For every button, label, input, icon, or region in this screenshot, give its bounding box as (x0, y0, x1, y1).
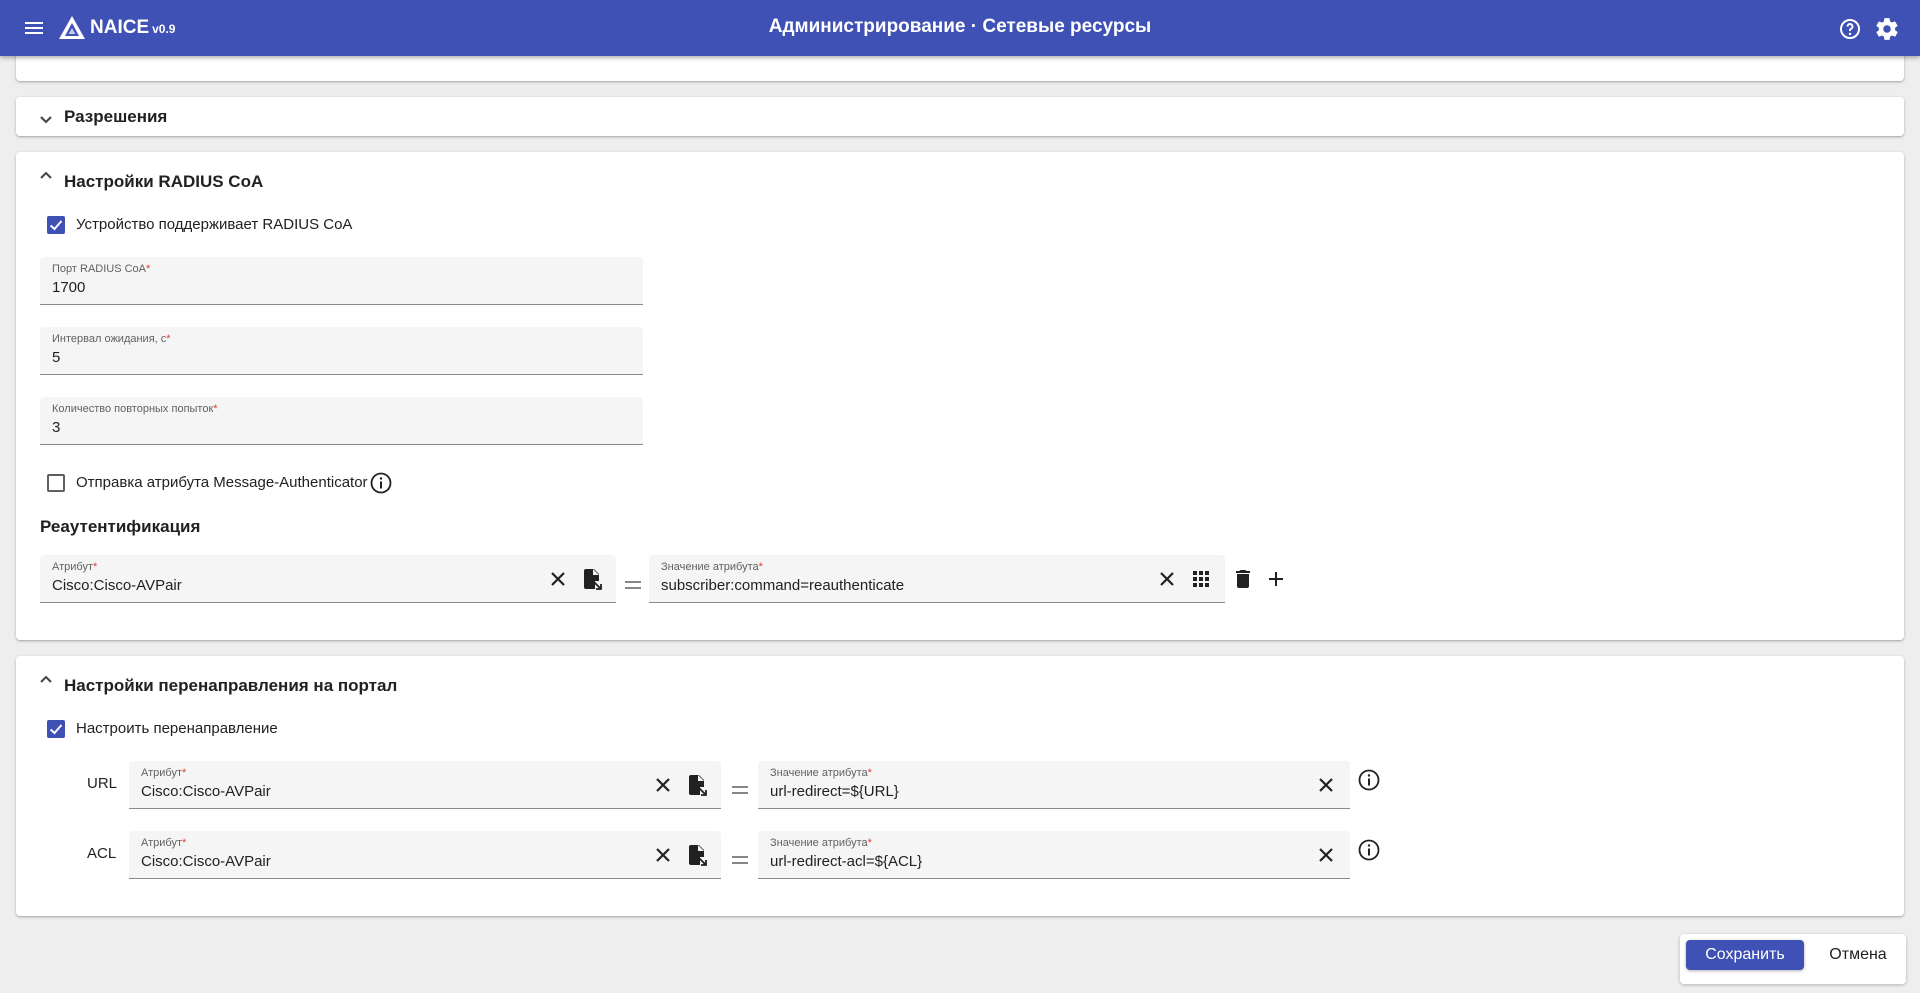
required-mark: * (182, 837, 187, 849)
permissions-panel: Разрешения (16, 97, 1904, 136)
chevron-up-icon (36, 166, 56, 186)
required-mark: * (146, 263, 151, 275)
timeout-field[interactable]: Интервал ожидания, с* 5 (40, 327, 643, 375)
app-bar: NAICE v0.9 Администрирование · Сетевые ре… (0, 0, 1920, 56)
retries-value: 3 (52, 419, 61, 436)
select-file-icon[interactable] (685, 843, 709, 867)
acl-value-label: Значение атрибута (770, 837, 868, 849)
field-label: Значение атрибута* (661, 561, 763, 573)
help-icon[interactable] (1838, 17, 1862, 41)
permissions-panel-title: Разрешения (64, 107, 168, 126)
field-label: Интервал ожидания, с* (52, 333, 171, 345)
acl-row-label: ACL (87, 845, 117, 862)
url-value-field[interactable]: Значение атрибута* url-redirect=${URL} (758, 761, 1350, 809)
info-icon[interactable] (1357, 768, 1381, 792)
url-row-label: URL (87, 775, 118, 792)
clear-icon[interactable] (1314, 773, 1338, 797)
logo-icon (58, 14, 86, 42)
page-title: Администрирование · Сетевые ресурсы (768, 16, 1152, 37)
retries-label: Количество повторных попыток (52, 403, 214, 415)
field-label: Атрибут* (52, 561, 97, 573)
clear-icon[interactable] (1155, 567, 1179, 591)
required-mark: * (867, 767, 872, 779)
url-attribute-field[interactable]: Атрибут* Cisco:Cisco-AVPair (129, 761, 721, 809)
redirect-panel-title: Настройки перенаправления на портал (64, 676, 398, 695)
reauth-value-field[interactable]: Значение атрибута* subscriber:command=re… (649, 555, 1225, 603)
cancel-button[interactable]: Отмена (1818, 940, 1898, 970)
redirect-panel-header[interactable]: Настройки перенаправления на портал (16, 656, 1904, 700)
timeout-value: 5 (52, 349, 61, 366)
acl-attribute-label: Атрибут (141, 837, 182, 849)
acl-value-value: url-redirect-acl=${ACL} (770, 853, 923, 870)
supports-coa-label: Устройство поддерживает RADIUS CoA (76, 216, 353, 233)
clear-icon[interactable] (651, 773, 675, 797)
grid-icon[interactable] (1189, 567, 1213, 591)
required-mark: * (758, 561, 763, 573)
configure-redirect-checkbox[interactable] (47, 720, 65, 738)
reauth-attribute-label: Атрибут (52, 561, 93, 573)
clear-icon[interactable] (1314, 843, 1338, 867)
settings-icon[interactable] (1874, 16, 1900, 42)
required-mark: * (166, 333, 171, 345)
select-file-icon[interactable] (685, 773, 709, 797)
required-mark: * (93, 561, 98, 573)
coa-port-value: 1700 (52, 279, 86, 296)
message-authenticator-checkbox[interactable] (47, 474, 65, 492)
reauth-attribute-value: Cisco:Cisco-AVPair (52, 577, 182, 594)
url-attribute-label: Атрибут (141, 767, 182, 779)
reauth-value-label: Значение атрибута (661, 561, 759, 573)
field-label: Атрибут* (141, 767, 186, 779)
url-attribute-value: Cisco:Cisco-AVPair (141, 783, 271, 800)
select-file-icon[interactable] (580, 567, 604, 591)
field-label: Значение атрибута* (770, 837, 872, 849)
field-label: Атрибут* (141, 837, 186, 849)
coa-panel: Настройки RADIUS CoA Устройство поддержи… (16, 152, 1904, 640)
required-mark: * (867, 837, 872, 849)
message-authenticator-label: Отправка атрибута Message-Authenticator (76, 474, 368, 491)
retries-field[interactable]: Количество повторных попыток* 3 (40, 397, 643, 445)
clear-icon[interactable] (651, 843, 675, 867)
save-button[interactable]: Сохранить (1686, 940, 1804, 970)
reauth-title: Реаутентификация (40, 517, 201, 536)
info-icon[interactable] (1357, 838, 1381, 862)
brand-name: NAICE (90, 17, 150, 38)
chevron-down-icon (36, 109, 56, 129)
coa-port-field[interactable]: Порт RADIUS CoA* 1700 (40, 257, 643, 305)
equals-icon (730, 780, 750, 800)
acl-attribute-field[interactable]: Атрибут* Cisco:Cisco-AVPair (129, 831, 721, 879)
timeout-label: Интервал ожидания, с (52, 333, 167, 345)
permissions-panel-header[interactable]: Разрешения (16, 97, 1904, 141)
coa-panel-header[interactable]: Настройки RADIUS CoA (16, 152, 1904, 196)
field-label: Значение атрибута* (770, 767, 872, 779)
reauth-value-value: subscriber:command=reauthenticate (661, 577, 905, 594)
clear-icon[interactable] (546, 567, 570, 591)
supports-coa-checkbox[interactable] (47, 216, 65, 234)
equals-icon (730, 850, 750, 870)
url-value-label: Значение атрибута (770, 767, 868, 779)
field-label: Количество повторных попыток* (52, 403, 218, 415)
coa-port-label: Порт RADIUS CoA (52, 263, 147, 275)
chevron-up-icon (36, 670, 56, 690)
acl-attribute-value: Cisco:Cisco-AVPair (141, 853, 271, 870)
add-icon[interactable] (1264, 567, 1288, 591)
delete-icon[interactable] (1231, 567, 1255, 591)
configure-redirect-label: Настроить перенаправление (76, 720, 278, 737)
url-value-value: url-redirect=${URL} (770, 783, 899, 800)
equals-icon (623, 575, 643, 595)
field-label: Порт RADIUS CoA* (52, 263, 150, 275)
redirect-panel: Настройки перенаправления на портал Наст… (16, 656, 1904, 916)
info-icon[interactable] (369, 471, 393, 495)
required-mark: * (213, 403, 218, 415)
required-mark: * (182, 767, 187, 779)
coa-panel-title: Настройки RADIUS CoA (64, 172, 264, 191)
acl-value-field[interactable]: Значение атрибута* url-redirect-acl=${AC… (758, 831, 1350, 879)
app-version: v0.9 (152, 22, 176, 36)
reauth-attribute-field[interactable]: Атрибут* Cisco:Cisco-AVPair (40, 555, 616, 603)
menu-icon[interactable] (22, 16, 46, 40)
brand: NAICE v0.9 (90, 17, 175, 39)
